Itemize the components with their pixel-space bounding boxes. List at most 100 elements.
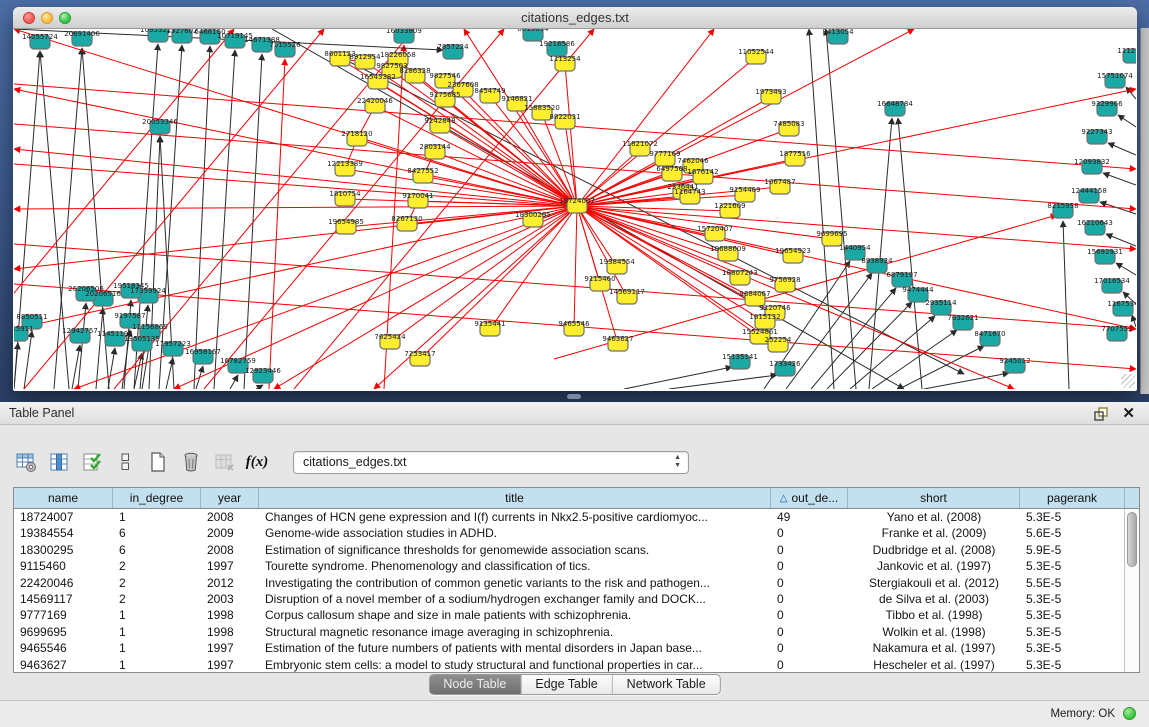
graph-node-label: 1164743 xyxy=(674,188,705,196)
combo-arrows-icon: ▲▼ xyxy=(674,454,681,470)
table-row[interactable]: 946554611997Estimation of the future num… xyxy=(14,640,1139,656)
graph-node-label: 9827546 xyxy=(429,72,461,80)
graph-node-label: 16782759 xyxy=(220,357,256,365)
graph-node-label: 8850511 xyxy=(16,313,47,321)
table-mode-button[interactable] xyxy=(13,449,39,475)
table-selector[interactable]: citations_edges.txt ▲▼ xyxy=(293,451,689,474)
cell-title: Genome-wide association studies in ADHD. xyxy=(259,525,771,541)
cell-short: Tibbo et al. (1998) xyxy=(848,607,1020,623)
graph-node-label: 8822031 xyxy=(549,113,580,121)
cell-year: 1997 xyxy=(201,657,259,673)
graph-node-label: 11821072 xyxy=(622,140,658,148)
graph-node-label: 9245012 xyxy=(999,357,1030,365)
graph-node-label: 9120746 xyxy=(759,304,791,312)
cell-pagerank: 5.3E-5 xyxy=(1020,657,1125,673)
show-columns-button[interactable] xyxy=(46,449,72,475)
table-row[interactable]: 977716911998Corpus callosum shape and si… xyxy=(14,607,1139,623)
graph-node-label: 9115460 xyxy=(584,275,615,283)
cell-name: 9463627 xyxy=(14,657,113,673)
function-builder-button[interactable]: f(x) xyxy=(244,449,270,475)
table-scrollbar[interactable] xyxy=(1124,509,1139,672)
cell-out_degree: 0 xyxy=(771,542,848,558)
table-scrollbar-thumb[interactable] xyxy=(1127,512,1137,567)
graph-node-label: 20053346 xyxy=(142,118,178,126)
network-canvas-container[interactable]: 1872400714055724206914061095322715276026… xyxy=(14,29,1136,389)
cell-in_degree: 2 xyxy=(113,558,201,574)
cell-in_degree: 1 xyxy=(113,657,201,673)
delete-column-button[interactable] xyxy=(178,449,204,475)
column-header-pagerank[interactable]: pagerank xyxy=(1020,488,1125,508)
graph-node-label: 15720407 xyxy=(697,225,733,233)
tab-edge-table[interactable]: Edge Table xyxy=(521,675,612,694)
graph-node-label: 9465546 xyxy=(558,320,590,328)
table-row[interactable]: 1872400712008Changes of HCN gene express… xyxy=(14,509,1139,525)
cell-year: 1998 xyxy=(201,624,259,640)
graph-node-label: 2935114 xyxy=(925,299,957,307)
float-panel-button[interactable] xyxy=(1093,406,1109,422)
column-header-in_degree[interactable]: in_degree xyxy=(113,488,201,508)
cell-title: Corpus callosum shape and size in male p… xyxy=(259,607,771,623)
column-header-title[interactable]: title xyxy=(259,488,771,508)
table-row[interactable]: 969969511998Structural magnetic resonanc… xyxy=(14,624,1139,640)
graph-node-label: 8454749 xyxy=(474,87,505,95)
row-options-button[interactable] xyxy=(112,449,138,475)
sort-ascending-icon: △ xyxy=(780,493,788,504)
cell-title: Estimation of significance thresholds fo… xyxy=(259,542,771,558)
cell-name: 14569117 xyxy=(14,591,113,607)
column-header-out_degree[interactable]: △out_de... xyxy=(771,488,848,508)
column-header-year[interactable]: year xyxy=(201,488,259,508)
graph-node-label: 14569117 xyxy=(609,288,645,296)
cell-pagerank: 5.6E-5 xyxy=(1020,525,1125,541)
close-panel-button[interactable]: ✕ xyxy=(1122,404,1135,422)
graph-node-label: 12942757 xyxy=(62,327,98,335)
float-panel-icon xyxy=(1093,406,1109,422)
graph-node-label: 8427552 xyxy=(407,167,438,175)
cell-in_degree: 6 xyxy=(113,525,201,541)
table-delete-icon xyxy=(213,451,235,473)
graph-node-label: 12213389 xyxy=(327,160,363,168)
graph-node-label: 1733426 xyxy=(769,360,801,368)
graph-node-label: 1527602 xyxy=(166,29,197,35)
cell-short: Dudbridge et al. (2008) xyxy=(848,542,1020,558)
graph-node-label: 7625424 xyxy=(374,333,406,341)
node-table: namein_degreeyeartitle△out_de...shortpag… xyxy=(13,487,1140,673)
graph-node-label: 20691406 xyxy=(64,30,100,38)
table-panel: Table Panel ✕ xyxy=(0,402,1149,700)
cell-name: 9115460 xyxy=(14,558,113,574)
cell-pagerank: 5.3E-5 xyxy=(1020,640,1125,656)
panel-divider-handle[interactable] xyxy=(567,394,581,399)
graph-node-label: 15692931 xyxy=(1087,248,1123,256)
table-header-row: namein_degreeyeartitle△out_de...shortpag… xyxy=(14,488,1139,509)
tab-node-table[interactable]: Node Table xyxy=(429,675,521,694)
cell-short: Stergiakouli et al. (2012) xyxy=(848,575,1020,591)
cell-name: 18724007 xyxy=(14,509,113,525)
table-column-icon xyxy=(48,451,70,473)
cell-pagerank: 5.3E-5 xyxy=(1020,509,1125,525)
table-row[interactable]: 911546021997Tourette syndrome. Phenomeno… xyxy=(14,558,1139,574)
select-rows-button[interactable] xyxy=(79,449,105,475)
column-header-short[interactable]: short xyxy=(848,488,1020,508)
delete-table-button[interactable] xyxy=(211,449,237,475)
window-titlebar[interactable]: citations_edges.txt xyxy=(13,7,1137,29)
graph-node-label: 8938924 xyxy=(861,257,893,265)
cell-title: Structural magnetic resonance image aver… xyxy=(259,624,771,640)
network-graph[interactable]: 1872400714055724206914061095322715276026… xyxy=(14,29,1136,389)
graph-node-label: 9777169 xyxy=(649,150,680,158)
cell-name: 18300295 xyxy=(14,542,113,558)
table-row[interactable]: 1456911722003Disruption of a novel membe… xyxy=(14,591,1139,607)
graph-node-label: 15883520 xyxy=(524,104,560,112)
graph-node-label: 1321609 xyxy=(714,202,745,210)
window-resize-grip[interactable] xyxy=(1121,374,1135,388)
graph-node-label: 16210643 xyxy=(1077,219,1113,227)
create-column-button[interactable] xyxy=(145,449,171,475)
cell-year: 1997 xyxy=(201,558,259,574)
table-row[interactable]: 1938455462009Genome-wide association stu… xyxy=(14,525,1139,541)
table-row[interactable]: 946362711997Embryonic stem cells: a mode… xyxy=(14,657,1139,673)
table-row[interactable]: 2242004622012Investigating the contribut… xyxy=(14,575,1139,591)
column-header-name[interactable]: name xyxy=(14,488,113,508)
graph-node-label: 18724007 xyxy=(559,197,595,205)
cell-name: 9777169 xyxy=(14,607,113,623)
tab-network-table[interactable]: Network Table xyxy=(613,675,720,694)
table-row[interactable]: 1830029562008Estimation of significance … xyxy=(14,542,1139,558)
cell-out_degree: 0 xyxy=(771,558,848,574)
